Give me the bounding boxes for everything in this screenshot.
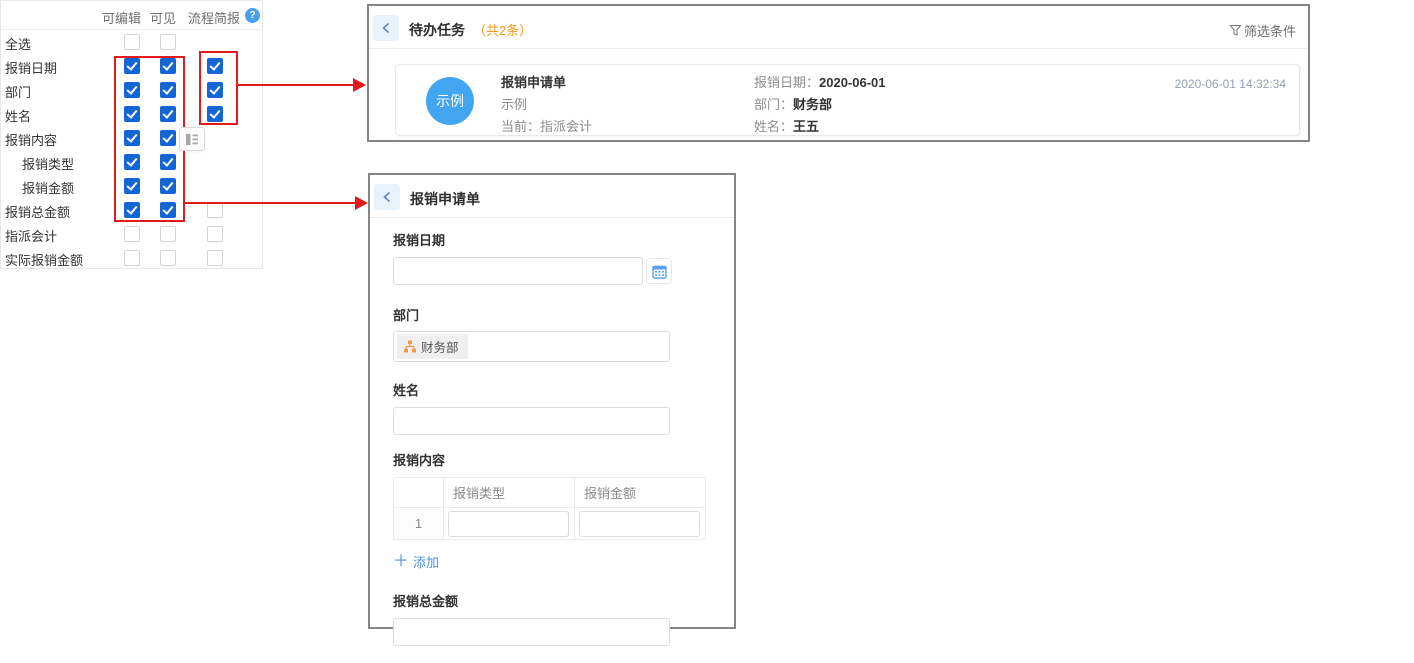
annotation-arrow-to-task-list bbox=[237, 84, 355, 86]
checkbox-editable-assigned-accountant[interactable] bbox=[124, 226, 140, 242]
expense-amount-input[interactable] bbox=[579, 511, 700, 537]
task-current-node: 当前：指派会计 bbox=[501, 116, 592, 138]
todo-task-panel: 待办任务 （共2条） 筛选条件 示例 报销申请单 示例 当前：指派会计 报销日期：… bbox=[367, 4, 1310, 142]
row-label: 报销类型 bbox=[22, 154, 74, 173]
annotation-arrow-to-form bbox=[185, 202, 357, 204]
expense-total-input[interactable] bbox=[393, 618, 670, 646]
checkbox-editable-select-all[interactable] bbox=[124, 34, 140, 50]
label-expense-content: 报销内容 bbox=[393, 450, 734, 469]
row-label: 报销内容 bbox=[5, 130, 57, 149]
row-assigned-accountant: 指派会计 bbox=[1, 222, 262, 246]
document-list-icon bbox=[185, 133, 199, 146]
field-value: 财务部 bbox=[793, 97, 832, 112]
table-header-row: 报销类型 报销金额 bbox=[394, 478, 706, 508]
title-text: 待办任务 bbox=[409, 22, 465, 38]
department-tag[interactable]: 财务部 bbox=[397, 334, 468, 359]
row-label: 全选 bbox=[5, 34, 31, 53]
field-label: 部门： bbox=[754, 97, 793, 112]
field-value: 2020-06-01 bbox=[819, 75, 886, 90]
column-label-editable: 可编辑 bbox=[102, 8, 141, 27]
row-index: 1 bbox=[394, 508, 444, 540]
add-row-button[interactable]: ＋ 添加 bbox=[393, 552, 453, 571]
index-column-header bbox=[394, 478, 444, 508]
expense-date-field bbox=[393, 257, 734, 285]
label-expense-total: 报销总金额 bbox=[393, 591, 734, 610]
summary-name: 姓名：王五 bbox=[754, 116, 886, 138]
expense-amount-cell bbox=[575, 508, 706, 540]
form-layout-popover-icon[interactable] bbox=[179, 127, 205, 151]
highlight-rect-process-brief bbox=[199, 51, 238, 125]
expense-amount-column-header: 报销金额 bbox=[575, 478, 706, 508]
permission-column-header: 可编辑 可见 流程简报 ? bbox=[1, 1, 262, 30]
filter-button[interactable]: 筛选条件 bbox=[1229, 21, 1296, 40]
row-label: 报销总金额 bbox=[5, 202, 70, 221]
org-tree-icon bbox=[403, 340, 417, 353]
task-count-badge: （共2条） bbox=[473, 23, 532, 38]
summary-department: 部门：财务部 bbox=[754, 94, 886, 116]
checkbox-visible-assigned-accountant[interactable] bbox=[160, 226, 176, 242]
row-label: 报销金额 bbox=[22, 178, 74, 197]
label-department: 部门 bbox=[393, 305, 734, 324]
filter-label: 筛选条件 bbox=[1244, 21, 1296, 40]
expense-type-input[interactable] bbox=[448, 511, 569, 537]
help-icon[interactable]: ? bbox=[245, 8, 260, 23]
expense-form-panel: 报销申请单 报销日期 部门 bbox=[368, 173, 736, 629]
back-button[interactable] bbox=[374, 184, 400, 210]
column-label-visible: 可见 bbox=[150, 8, 176, 27]
chevron-left-icon bbox=[381, 190, 393, 204]
checkbox-visible-actual-expense-amount[interactable] bbox=[160, 250, 176, 266]
row-label: 部门 bbox=[5, 82, 31, 101]
back-button[interactable] bbox=[373, 15, 399, 41]
checkbox-brief-assigned-accountant[interactable] bbox=[207, 226, 223, 242]
name-input[interactable] bbox=[393, 407, 670, 435]
task-timestamp: 2020-06-01 14:32:34 bbox=[1175, 77, 1286, 91]
checkbox-visible-select-all[interactable] bbox=[160, 34, 176, 50]
department-tag-label: 财务部 bbox=[421, 337, 459, 356]
expense-type-cell bbox=[444, 508, 575, 540]
annotation-arrowhead-top bbox=[353, 78, 366, 92]
task-panel-title: 待办任务 （共2条） bbox=[409, 20, 532, 40]
task-card-main-info: 报销申请单 示例 当前：指派会计 bbox=[501, 72, 592, 138]
expense-date-input[interactable] bbox=[393, 257, 643, 285]
task-subtitle: 示例 bbox=[501, 94, 592, 116]
avatar: 示例 bbox=[426, 77, 474, 125]
task-title: 报销申请单 bbox=[501, 72, 592, 94]
form-panel-header: 报销申请单 bbox=[370, 175, 734, 218]
label-expense-date: 报销日期 bbox=[393, 230, 734, 249]
row-label: 姓名 bbox=[5, 106, 31, 125]
funnel-icon bbox=[1229, 24, 1242, 37]
label-name: 姓名 bbox=[393, 380, 734, 399]
chevron-left-icon bbox=[380, 21, 392, 35]
checkbox-editable-actual-expense-amount[interactable] bbox=[124, 250, 140, 266]
column-label-process-brief: 流程简报 bbox=[188, 8, 240, 27]
task-card[interactable]: 示例 报销申请单 示例 当前：指派会计 报销日期：2020-06-01 部门：财… bbox=[395, 64, 1300, 136]
summary-expense-date: 报销日期：2020-06-01 bbox=[754, 72, 886, 94]
calendar-button[interactable] bbox=[646, 258, 672, 284]
task-card-field-summary: 报销日期：2020-06-01 部门：财务部 姓名：王五 bbox=[754, 72, 886, 138]
add-row-label: 添加 bbox=[413, 552, 439, 571]
field-label: 报销日期： bbox=[754, 75, 819, 90]
row-label: 实际报销金额 bbox=[5, 250, 83, 269]
row-label: 指派会计 bbox=[5, 226, 57, 245]
checkbox-brief-expense-total[interactable] bbox=[207, 202, 223, 218]
field-label: 姓名： bbox=[754, 119, 793, 134]
field-value: 王五 bbox=[793, 119, 819, 134]
table-row: 1 bbox=[394, 508, 706, 540]
row-label: 报销日期 bbox=[5, 58, 57, 77]
row-actual-expense-amount: 实际报销金额 bbox=[1, 246, 262, 270]
highlight-rect-editable-visible bbox=[114, 56, 185, 222]
expense-content-table: 报销类型 报销金额 1 bbox=[393, 477, 706, 540]
form-body: 报销日期 部门 财务部 bbox=[370, 218, 734, 646]
plus-icon: ＋ bbox=[393, 555, 409, 569]
annotation-arrowhead-bottom bbox=[355, 196, 368, 210]
form-panel-title: 报销申请单 bbox=[410, 189, 480, 209]
department-picker[interactable]: 财务部 bbox=[393, 331, 670, 362]
calendar-icon bbox=[652, 264, 667, 279]
expense-type-column-header: 报销类型 bbox=[444, 478, 575, 508]
checkbox-brief-actual-expense-amount[interactable] bbox=[207, 250, 223, 266]
task-panel-header: 待办任务 （共2条） 筛选条件 bbox=[369, 6, 1308, 49]
